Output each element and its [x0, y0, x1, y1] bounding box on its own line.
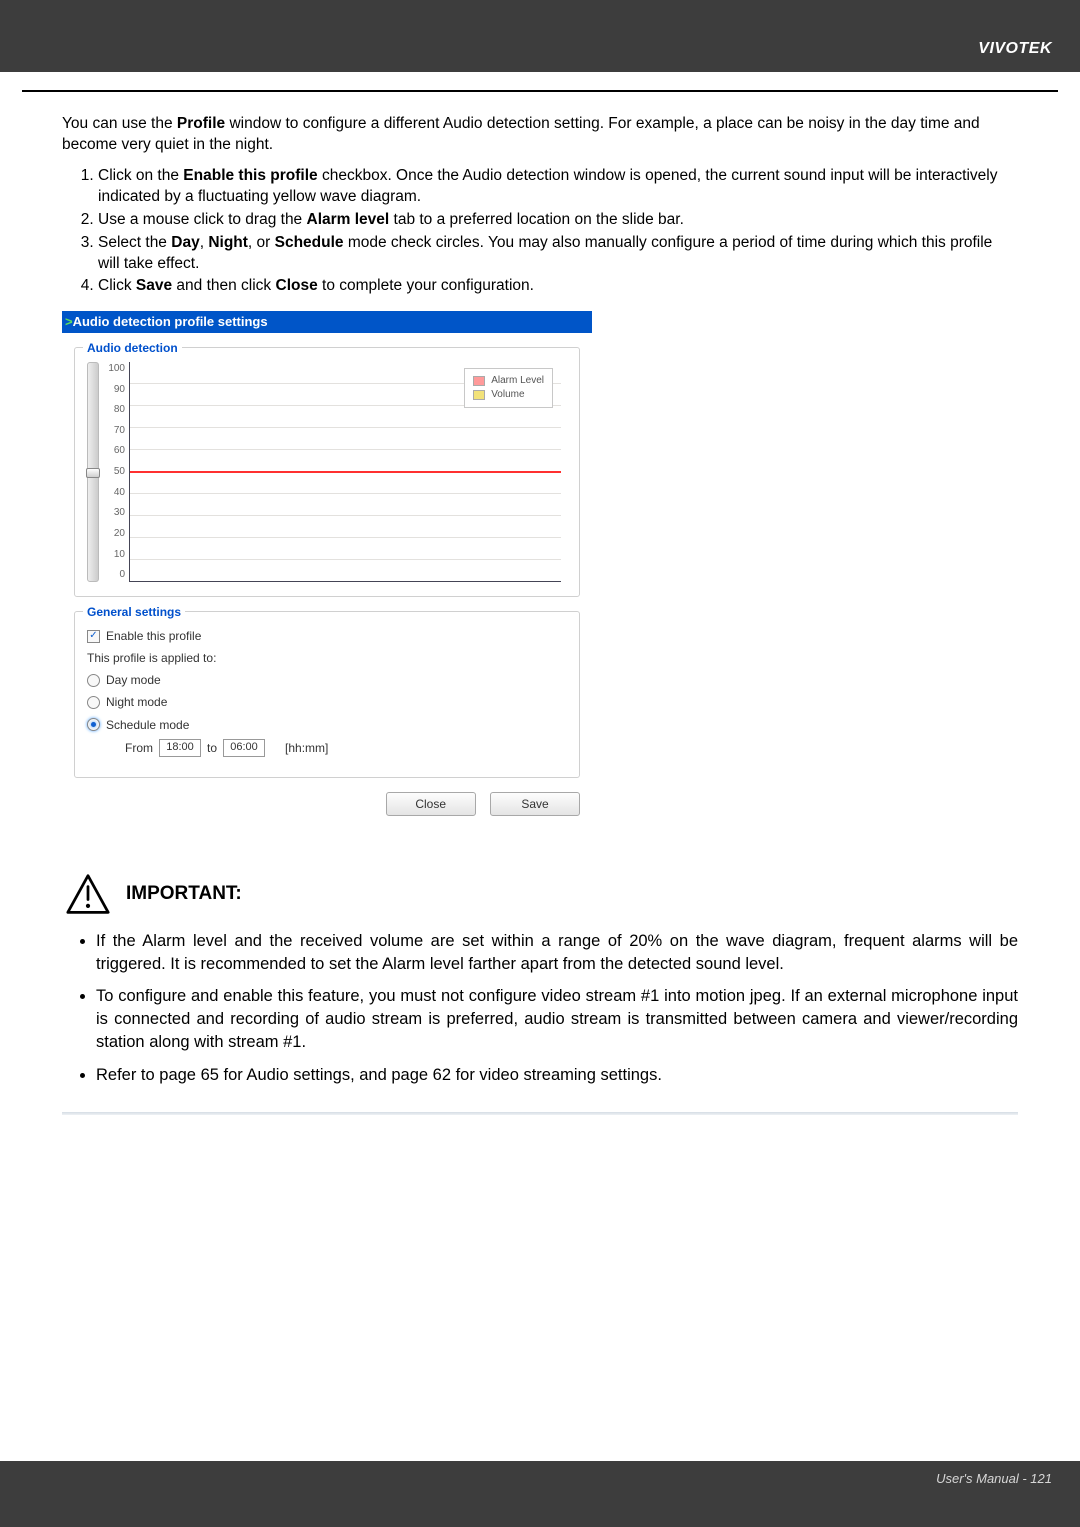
hhmm-hint: [hh:mm] — [285, 740, 328, 756]
warning-icon — [66, 872, 110, 916]
panel-title: Audio detection profile settings — [73, 314, 268, 329]
alarm-level-line — [130, 471, 561, 473]
y-axis-ticks: 100 90 80 70 60 50 40 30 20 10 0 — [101, 362, 129, 582]
night-mode-radio[interactable] — [87, 696, 100, 709]
general-settings-fieldset: General settings Enable this profile Thi… — [74, 611, 580, 778]
intro-bold: Profile — [177, 115, 225, 132]
day-mode-radio[interactable] — [87, 674, 100, 687]
legend-volume: Volume — [473, 388, 544, 402]
general-settings-legend: General settings — [83, 604, 185, 620]
profile-settings-panel: >Audio detection profile settings Audio … — [62, 311, 592, 825]
tick-60: 60 — [101, 444, 125, 458]
step4-pre: Click — [98, 277, 136, 294]
step-2: Use a mouse click to drag the Alarm leve… — [98, 210, 1018, 231]
day-mode-label: Day mode — [106, 672, 161, 688]
panel-button-row: Close Save — [62, 788, 592, 826]
page-content: You can use the Profile window to config… — [0, 92, 1080, 1115]
applied-to-label: This profile is applied to: — [87, 650, 567, 666]
legend-alarm-label: Alarm Level — [491, 374, 544, 388]
alarm-level-slider[interactable] — [87, 362, 99, 582]
tick-10: 10 — [101, 548, 125, 562]
from-label: From — [125, 740, 153, 756]
to-time-input[interactable]: 06:00 — [223, 739, 265, 757]
schedule-mode-radio[interactable] — [87, 718, 100, 731]
important-item-3: Refer to page 65 for Audio settings, and… — [96, 1064, 1018, 1087]
tick-100: 100 — [101, 362, 125, 376]
save-button[interactable]: Save — [490, 792, 580, 816]
tick-80: 80 — [101, 403, 125, 417]
intro-pre: You can use the — [62, 115, 177, 132]
schedule-time-row: From 18:00 to 06:00 [hh:mm] — [87, 739, 567, 757]
audio-chart: 100 90 80 70 60 50 40 30 20 10 0 — [87, 358, 567, 582]
step-3: Select the Day, Night, or Schedule mode … — [98, 233, 1018, 275]
enable-profile-row: Enable this profile — [87, 628, 567, 644]
chevron-right-icon: > — [65, 314, 73, 329]
night-mode-label: Night mode — [106, 694, 167, 710]
step4-m1: and then click — [172, 277, 275, 294]
step3-b3: Schedule — [275, 234, 344, 251]
enable-profile-label: Enable this profile — [106, 628, 201, 644]
step4-b2: Close — [276, 277, 318, 294]
footer-band: User's Manual - 121 — [0, 1461, 1080, 1527]
tick-50: 50 — [101, 465, 125, 479]
schedule-mode-row: Schedule mode — [87, 717, 567, 733]
step3-b1: Day — [171, 234, 199, 251]
step2-bold: Alarm level — [307, 211, 390, 228]
intro-paragraph: You can use the Profile window to config… — [62, 114, 1018, 156]
schedule-mode-label: Schedule mode — [106, 717, 189, 733]
to-label: to — [207, 740, 217, 756]
step3-pre: Select the — [98, 234, 171, 251]
enable-profile-checkbox[interactable] — [87, 630, 100, 643]
step1-bold: Enable this profile — [183, 167, 317, 184]
important-list: If the Alarm level and the received volu… — [62, 930, 1018, 1087]
page-number: User's Manual - 121 — [936, 1471, 1052, 1486]
night-mode-row: Night mode — [87, 694, 567, 710]
step2-pre: Use a mouse click to drag the — [98, 211, 307, 228]
step4-post: to complete your configuration. — [318, 277, 534, 294]
audio-detection-fieldset: Audio detection 100 90 80 70 60 50 40 30… — [74, 347, 580, 597]
tick-20: 20 — [101, 527, 125, 541]
header-band: VIVOTEK — [0, 0, 1080, 72]
audio-detection-legend: Audio detection — [83, 340, 182, 356]
tick-90: 90 — [101, 383, 125, 397]
step3-m2: , or — [248, 234, 275, 251]
brand-text: VIVOTEK — [978, 40, 1052, 58]
legend-volume-label: Volume — [491, 388, 524, 402]
step1-pre: Click on the — [98, 167, 183, 184]
swatch-red-icon — [473, 376, 485, 386]
legend-alarm: Alarm Level — [473, 374, 544, 388]
from-time-input[interactable]: 18:00 — [159, 739, 201, 757]
close-button[interactable]: Close — [386, 792, 476, 816]
step-4: Click Save and then click Close to compl… — [98, 276, 1018, 297]
section-divider — [62, 1112, 1018, 1115]
tick-70: 70 — [101, 424, 125, 438]
important-item-1: If the Alarm level and the received volu… — [96, 930, 1018, 976]
day-mode-row: Day mode — [87, 672, 567, 688]
tick-30: 30 — [101, 506, 125, 520]
step-1: Click on the Enable this profile checkbo… — [98, 166, 1018, 208]
tick-0: 0 — [101, 568, 125, 582]
panel-title-bar: >Audio detection profile settings — [62, 311, 592, 333]
step3-b2: Night — [208, 234, 248, 251]
steps-list: Click on the Enable this profile checkbo… — [62, 166, 1018, 298]
important-heading: IMPORTANT: — [62, 872, 1018, 916]
chart-legend: Alarm Level Volume — [464, 368, 553, 408]
step2-post: tab to a preferred location on the slide… — [389, 211, 684, 228]
important-section: IMPORTANT: If the Alarm level and the re… — [62, 872, 1018, 1116]
important-item-2: To configure and enable this feature, yo… — [96, 985, 1018, 1053]
slider-thumb-icon[interactable] — [86, 468, 100, 478]
important-title: IMPORTANT: — [126, 881, 242, 907]
tick-40: 40 — [101, 486, 125, 500]
swatch-yellow-icon — [473, 390, 485, 400]
step4-b1: Save — [136, 277, 172, 294]
plot-area: Alarm Level Volume — [129, 362, 561, 582]
